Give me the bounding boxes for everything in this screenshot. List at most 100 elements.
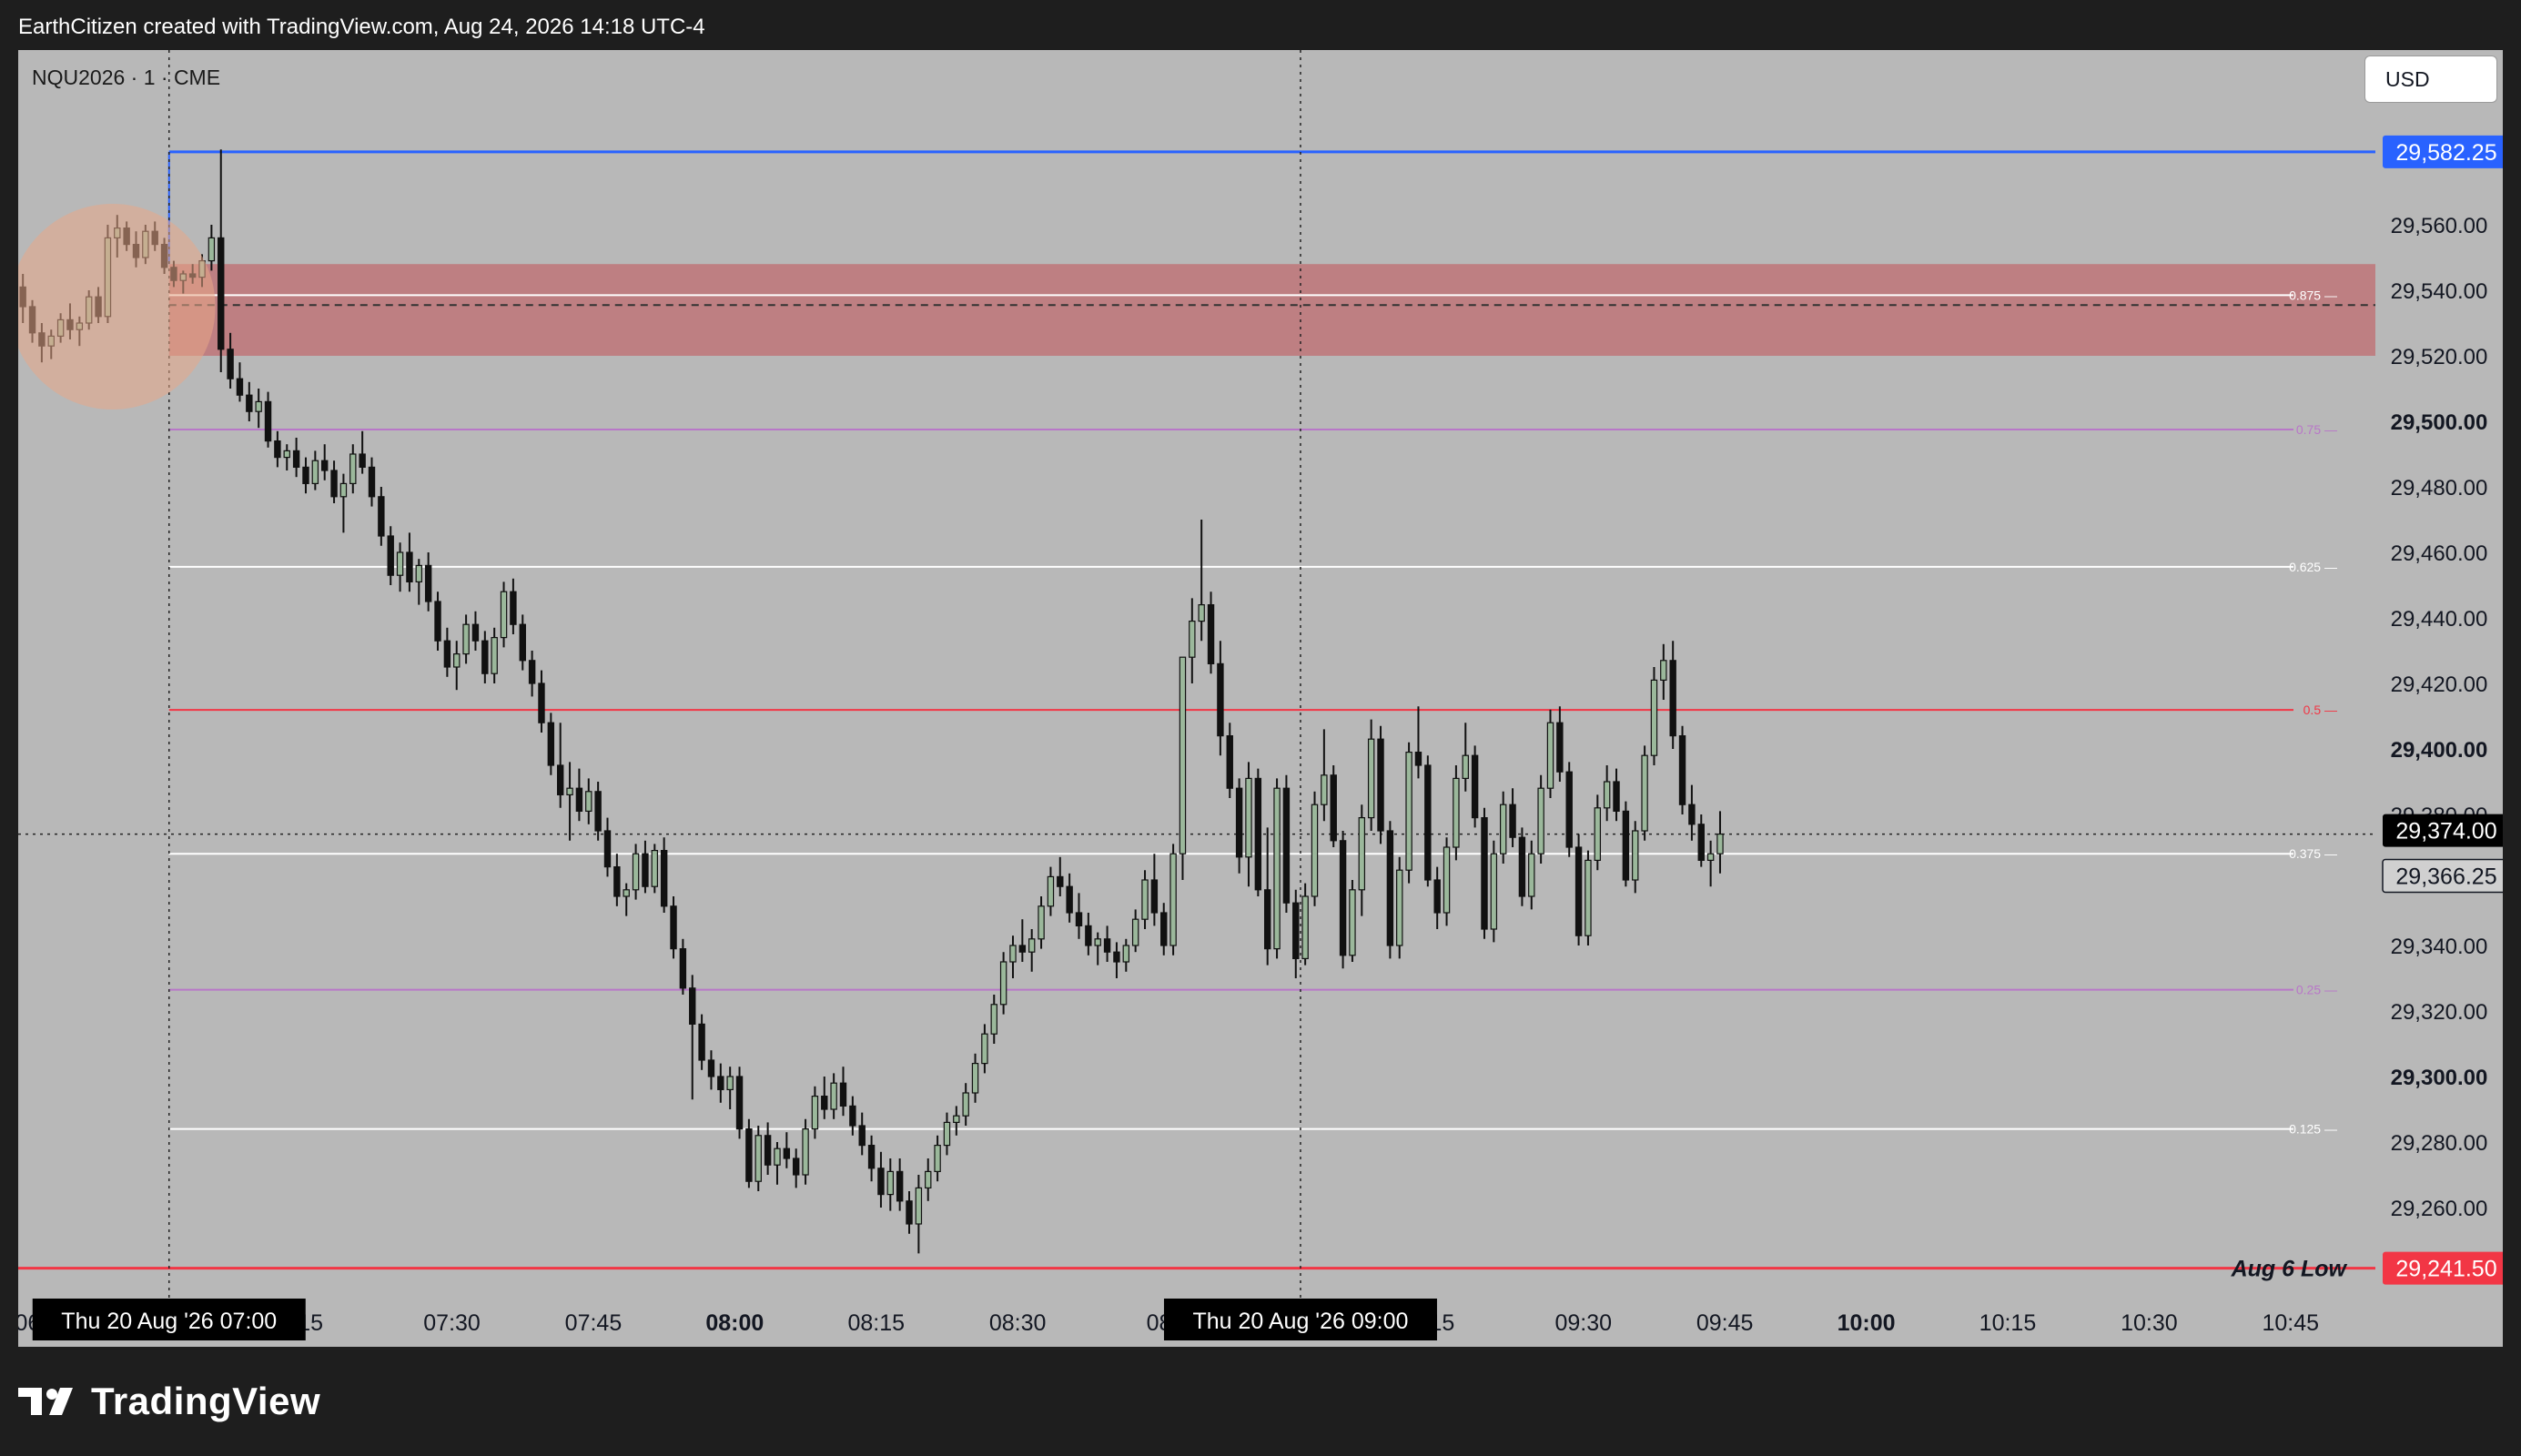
fib-level-label: 0.375 — — [2289, 846, 2337, 861]
candle-body — [1377, 738, 1384, 832]
candle-body — [594, 791, 602, 832]
candle — [1057, 856, 1064, 896]
candle-body — [1499, 804, 1507, 854]
candle-body — [585, 791, 592, 812]
candle-body — [1235, 787, 1243, 858]
candle — [1650, 667, 1658, 765]
candle — [867, 1135, 876, 1182]
candle-body — [1443, 846, 1451, 914]
candle-body — [1131, 918, 1139, 946]
fib-level-label: 0.75 — — [2296, 422, 2337, 437]
candle — [330, 460, 338, 503]
candle-body — [1574, 846, 1583, 936]
candle-body — [632, 853, 640, 891]
candle-body — [1321, 774, 1328, 805]
candle — [208, 225, 216, 271]
candle — [603, 817, 612, 877]
price-tick-label: 29,520.00 — [2391, 345, 2488, 369]
candle-body — [471, 623, 480, 642]
candle — [528, 651, 536, 697]
candle-body — [1471, 754, 1479, 819]
candle-body — [764, 1135, 772, 1166]
candle-body — [1169, 853, 1177, 946]
candle — [623, 883, 630, 916]
candle — [670, 896, 677, 959]
candle — [717, 1063, 724, 1103]
candle-body — [1613, 781, 1620, 813]
candle — [246, 381, 253, 421]
candle — [236, 362, 244, 402]
candlestick-chart[interactable]: 0.875 — 0.75 — 0.625 — 0.5 — 0.375 — 0.25 — 0.… — [18, 50, 2503, 1347]
candle — [1546, 709, 1554, 798]
candle — [1509, 788, 1516, 847]
candle-body — [726, 1076, 734, 1090]
chart-panel[interactable]: 0.875 — 0.75 — 0.625 — 0.5 — 0.375 — 0.25 — 0.… — [18, 50, 2503, 1347]
price-tick-label: 29,560.00 — [2391, 214, 2488, 238]
candle — [886, 1158, 895, 1211]
price-badge-label: 29,241.50 — [2395, 1257, 2496, 1282]
candle-body — [1217, 662, 1224, 737]
candle-body — [528, 660, 536, 684]
candle-body — [519, 623, 526, 662]
candle-body — [339, 482, 348, 498]
candle-body — [1584, 859, 1592, 936]
candle-body — [1122, 945, 1130, 963]
candle — [754, 1126, 762, 1191]
fib-level-label: 0.875 — — [2289, 288, 2337, 302]
candle — [1481, 807, 1488, 939]
candle — [1424, 755, 1432, 887]
candle — [1660, 643, 1667, 700]
candle — [1018, 919, 1027, 962]
candle — [453, 641, 461, 691]
candle-body — [1546, 722, 1554, 789]
candle-body — [943, 1121, 951, 1147]
time-axis: 061507:3007:4508:0008:1508:30081509:3009… — [18, 1299, 2319, 1340]
candle-body — [679, 947, 687, 989]
candle-body — [1339, 840, 1347, 956]
candle — [311, 450, 319, 490]
candle — [1358, 804, 1366, 916]
time-tick-label: 08:15 — [847, 1310, 905, 1336]
time-tick-label: 09:45 — [1696, 1310, 1754, 1336]
candle-body — [1641, 754, 1648, 832]
time-tick-label: 08:30 — [989, 1310, 1047, 1336]
candle-body — [1094, 938, 1101, 946]
candle — [764, 1122, 772, 1175]
candle-body — [218, 237, 225, 350]
candle — [378, 487, 385, 546]
candle — [1499, 791, 1507, 864]
candle-body — [547, 722, 555, 766]
candle — [925, 1158, 932, 1201]
candle — [858, 1112, 866, 1156]
chart-header-title: EarthCitizen created with TradingView.co… — [18, 15, 705, 39]
candle-body — [1160, 912, 1168, 946]
candle-body — [236, 378, 244, 396]
candle-body — [1367, 738, 1375, 819]
currency-button[interactable]: USD — [2364, 56, 2497, 103]
candle-body — [424, 564, 432, 602]
candle-body — [510, 591, 517, 625]
price-badge-label: 29,366.25 — [2395, 864, 2496, 890]
candle-body — [689, 987, 696, 1026]
candle — [1198, 520, 1205, 642]
candle-body — [1028, 938, 1036, 953]
candle-body — [613, 865, 621, 897]
candle-body — [915, 1187, 923, 1225]
candle — [415, 559, 423, 605]
candle-body — [1481, 816, 1488, 930]
candle — [1603, 765, 1611, 822]
candle-body — [811, 1095, 819, 1130]
candle-body — [359, 453, 366, 468]
candle — [999, 952, 1007, 1015]
candle-body — [453, 652, 461, 668]
candle-body — [754, 1135, 762, 1182]
marker-circle-layer — [18, 204, 216, 410]
candle-body — [1565, 771, 1573, 848]
candle — [1311, 791, 1319, 906]
candle — [707, 1050, 715, 1090]
candle — [406, 532, 413, 592]
candle-body — [1358, 816, 1366, 891]
candle — [491, 627, 498, 683]
candle — [359, 430, 366, 474]
candle-body — [1405, 751, 1412, 871]
